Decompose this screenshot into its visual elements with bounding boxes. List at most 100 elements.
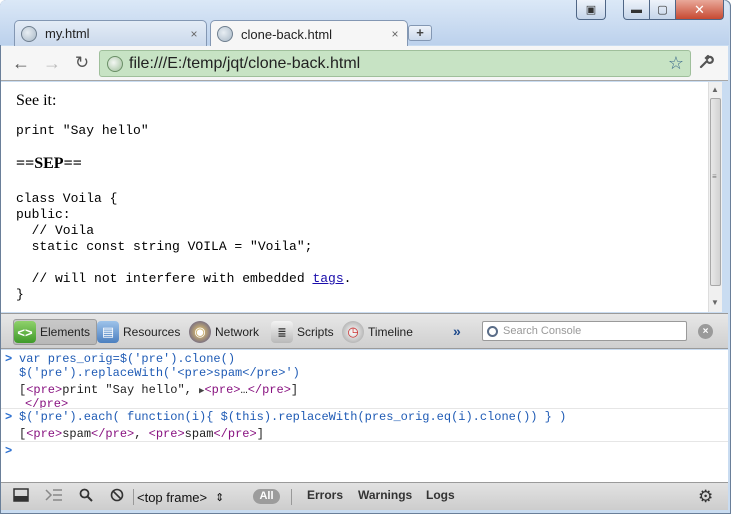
- filter-logs-button[interactable]: Logs: [426, 488, 455, 502]
- tab-label: clone-back.html: [241, 26, 333, 42]
- console-result: [<pre>print "Say hello", ▶<pre>…</pre>]: [19, 383, 298, 398]
- result-text: ,: [134, 427, 149, 441]
- code-line: static const string VOILA = "Voila";: [16, 239, 313, 254]
- result-bracket: ]: [290, 383, 299, 397]
- filter-warnings-button[interactable]: Warnings: [358, 488, 412, 502]
- pin-icon[interactable]: ▣: [576, 0, 606, 20]
- frame-selector[interactable]: <top frame> ⇕: [137, 487, 224, 507]
- search-icon[interactable]: [76, 488, 96, 506]
- result-tag: </pre>: [247, 383, 291, 397]
- search-console-input[interactable]: Search Console: [482, 321, 687, 341]
- tab-label: Network: [215, 325, 260, 339]
- tab-timeline[interactable]: ◷ Timeline: [342, 319, 413, 345]
- tab-network[interactable]: ◉ Network: [189, 319, 259, 345]
- new-tab-button[interactable]: +: [408, 25, 432, 41]
- gear-icon[interactable]: ⚙: [698, 487, 713, 507]
- code-line: // will not interfere with embedded: [16, 271, 313, 286]
- tab-label: Elements: [40, 325, 91, 339]
- filter-errors-button[interactable]: Errors: [307, 488, 343, 502]
- bookmark-star-icon[interactable]: ☆: [668, 53, 684, 74]
- result-text: print "Say hello",: [62, 383, 200, 397]
- minimize-button[interactable]: ▬: [623, 0, 650, 20]
- console-panel[interactable]: > var pres_orig=$('pre').clone() $('pre'…: [1, 350, 728, 482]
- resources-icon: ▤: [97, 321, 119, 343]
- page-icon: [107, 55, 123, 72]
- console-command: $('pre').replaceWith('<pre>spam</pre>'): [19, 366, 300, 380]
- prompt-icon: >: [5, 444, 13, 458]
- address-bar[interactable]: file:///E:/temp/jqt/clone-back.html ☆: [99, 50, 691, 77]
- browser-toolbar: ← → ↻ file:///E:/temp/jqt/clone-back.htm…: [1, 46, 728, 81]
- reload-icon[interactable]: ↻: [71, 53, 93, 73]
- frame-selector-value: <top frame>: [137, 489, 208, 505]
- divider: [133, 489, 134, 505]
- tab-elements[interactable]: <> Elements: [13, 319, 98, 345]
- console-entry: > var pres_orig=$('pre').clone() $('pre'…: [1, 352, 728, 411]
- result-tag: <pre>: [26, 427, 63, 441]
- dock-icon[interactable]: [11, 488, 31, 506]
- see-it-text: See it:: [16, 92, 57, 109]
- scroll-thumb[interactable]: [710, 98, 721, 286]
- prompt-icon: >: [5, 352, 13, 366]
- timeline-icon: ◷: [342, 321, 364, 343]
- globe-icon: [217, 26, 233, 42]
- result-text: …: [240, 383, 248, 397]
- result-bracket: ]: [256, 427, 264, 441]
- devtools-status-bar: <top frame> ⇕ All Errors Warnings Logs ⚙: [1, 482, 728, 510]
- page-content: See it: print "Say hello" ==SEP== class …: [1, 82, 708, 312]
- scripts-icon: ≣: [271, 321, 293, 343]
- tab-label: Resources: [123, 325, 181, 339]
- dropdown-arrow-icon: ⇕: [215, 491, 225, 504]
- filter-all-button[interactable]: All: [253, 489, 280, 504]
- tags-link[interactable]: tags: [312, 271, 343, 286]
- globe-icon: [21, 25, 37, 42]
- divider: [1, 408, 728, 409]
- code-punct: .: [343, 271, 352, 286]
- scroll-down-icon[interactable]: ▼: [711, 298, 719, 307]
- clear-console-icon[interactable]: [107, 488, 127, 506]
- tab-close-button[interactable]: ×: [188, 27, 200, 41]
- code-line: }: [16, 287, 24, 302]
- console-input-line[interactable]: >: [1, 444, 728, 460]
- tab-label: Timeline: [368, 325, 413, 339]
- wrench-icon[interactable]: [698, 54, 714, 75]
- tab-close-button[interactable]: ×: [389, 27, 401, 41]
- tab-scripts[interactable]: ≣ Scripts: [271, 319, 334, 345]
- close-window-button[interactable]: ✕: [676, 0, 724, 20]
- maximize-button[interactable]: ▢: [650, 0, 676, 20]
- devtools-toolbar: <> Elements ▤ Resources ◉ Network ≣ Scri…: [1, 313, 728, 349]
- console-command: $('pre').each( function(i){ $(this).repl…: [19, 410, 567, 424]
- scroll-up-icon[interactable]: ▲: [711, 85, 719, 94]
- pre-block-1: print "Say hello": [16, 123, 149, 138]
- result-tag: <pre>: [148, 427, 185, 441]
- tab-label: Scripts: [297, 325, 334, 339]
- code-line: public:: [16, 207, 71, 222]
- result-tag: </pre>: [91, 427, 135, 441]
- clear-search-button[interactable]: ×: [698, 324, 713, 339]
- tab-label: my.html: [45, 26, 90, 41]
- result-tag: </pre>: [213, 427, 257, 441]
- result-tag: <pre>: [26, 383, 63, 397]
- network-icon: ◉: [189, 321, 211, 343]
- divider: [291, 489, 292, 505]
- console-result: [<pre>spam</pre>, <pre>spam</pre>]: [19, 427, 264, 441]
- result-tag[interactable]: <pre>: [204, 383, 240, 397]
- tab-clone-back-html[interactable]: clone-back.html ×: [210, 20, 408, 47]
- console-toggle-icon[interactable]: [44, 488, 64, 506]
- tab-my-html[interactable]: my.html ×: [14, 20, 207, 46]
- search-icon: [487, 325, 498, 337]
- url-text[interactable]: file:///E:/temp/jqt/clone-back.html: [129, 55, 668, 73]
- page-scrollbar[interactable]: ▲ ≡ ▼: [708, 82, 722, 312]
- prompt-icon: >: [5, 410, 13, 424]
- window-controls: ▣ ▬ ▢ ✕: [0, 0, 731, 20]
- grip-icon: ≡: [712, 172, 717, 181]
- result-text: spam: [62, 427, 92, 441]
- code-line: // Voila: [16, 223, 95, 238]
- more-tabs-chevron-icon[interactable]: »: [453, 323, 461, 339]
- tab-resources[interactable]: ▤ Resources: [97, 319, 180, 345]
- back-arrow-icon[interactable]: ←: [10, 53, 32, 73]
- console-entry: > $('pre').each( function(i){ $(this).re…: [1, 410, 728, 441]
- code-line: class Voila {: [16, 191, 118, 206]
- divider: [1, 441, 728, 442]
- forward-arrow-icon[interactable]: →: [41, 53, 63, 73]
- search-placeholder: Search Console: [503, 325, 582, 337]
